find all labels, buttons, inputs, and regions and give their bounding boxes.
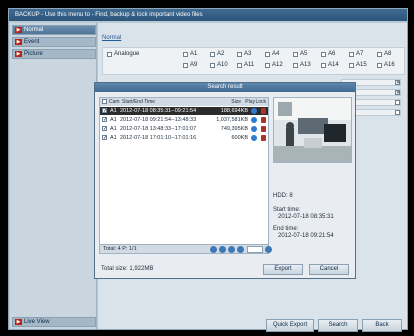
analogue-checkbox[interactable]: Analogue	[107, 51, 139, 57]
channel-checkbox[interactable]: A14	[321, 62, 339, 68]
checkbox[interactable]: ✕	[395, 80, 400, 86]
next-page-icon[interactable]	[228, 246, 235, 253]
row-checkbox[interactable]: ✓	[102, 126, 107, 132]
channel-checkbox[interactable]: A8	[377, 51, 391, 57]
lock-icon[interactable]	[261, 117, 266, 123]
lock-icon[interactable]	[261, 108, 266, 114]
sidebar-item-label: Normal	[24, 27, 44, 33]
channel-checkbox[interactable]: A7	[349, 51, 363, 57]
quick-export-button[interactable]: Quick Export	[266, 319, 314, 332]
table-row[interactable]: ✓ A1 2012-07-18 17:01:10--17:01:16 600KB	[100, 134, 268, 142]
channel-checkbox[interactable]: A11	[237, 62, 254, 68]
list-header: Cam Start/End Time Size Play Lock	[100, 98, 268, 106]
arrow-right-icon: ▶	[15, 27, 22, 33]
go-page-icon[interactable]	[265, 246, 272, 253]
cancel-button[interactable]: Cancel	[309, 264, 349, 275]
play-icon[interactable]	[251, 135, 257, 141]
channel-checkbox[interactable]: A4	[265, 51, 279, 57]
page-input[interactable]	[247, 246, 263, 253]
video-preview	[273, 97, 352, 163]
total-pages: Total: 4 P: 1/1	[103, 246, 137, 252]
row-checkbox[interactable]: ✓	[102, 117, 107, 123]
sidebar-item-normal[interactable]: ▶ Normal	[12, 25, 96, 35]
play-icon[interactable]	[251, 126, 257, 132]
backup-window: BACKUP - Use this menu to - Find, backup…	[8, 8, 408, 332]
result-list: Cam Start/End Time Size Play Lock ✓ A1 2…	[99, 97, 269, 245]
start-time-value: 2012-07-18 08:35:31	[278, 214, 334, 220]
dialog-title: Search result	[95, 83, 355, 92]
sidebar-item-event[interactable]: ▶ Event	[12, 37, 96, 47]
arrow-right-icon: ▶	[15, 51, 22, 57]
channel-checkbox[interactable]: A3	[237, 51, 251, 57]
lock-icon[interactable]	[261, 126, 266, 132]
last-page-icon[interactable]	[237, 246, 244, 253]
table-row[interactable]: ✓ A1 2012-07-18 13:48:33--17:01:07 749,3…	[100, 125, 268, 133]
prev-page-icon[interactable]	[219, 246, 226, 253]
checkbox-box	[107, 51, 112, 57]
row-checkbox[interactable]: ✓	[102, 108, 107, 114]
search-result-dialog: Search result Cam Start/End Time Size Pl…	[94, 82, 356, 279]
channel-checkbox[interactable]: A2	[210, 51, 224, 57]
channel-checkbox[interactable]: A10	[210, 62, 228, 68]
play-icon[interactable]	[251, 117, 257, 123]
table-row[interactable]: ✓ A1 2012-07-18 09:21:54--13:48:33 1,037…	[100, 116, 268, 124]
channel-checkbox[interactable]: A13	[293, 62, 311, 68]
select-all-checkbox[interactable]	[102, 99, 107, 104]
search-button[interactable]: Search	[318, 319, 358, 332]
checkbox[interactable]	[395, 110, 400, 115]
play-icon[interactable]	[251, 108, 257, 114]
channel-options: Analogue A1 A2 A3 A4 A5 A6 A7 A8 A9 A10 …	[102, 47, 405, 75]
lock-icon[interactable]	[261, 135, 266, 141]
sidebar-item-picture[interactable]: ▶ Picture	[12, 49, 96, 59]
checkbox[interactable]	[395, 100, 400, 105]
arrow-right-icon: ▶	[15, 319, 22, 325]
channel-checkbox[interactable]: A12	[265, 62, 283, 68]
sidebar-item-label: Picture	[24, 51, 43, 57]
arrow-right-icon: ▶	[15, 39, 22, 45]
preview-image	[274, 98, 351, 162]
hdd-label: HDD: 8	[273, 193, 293, 199]
row-checkbox[interactable]: ✓	[102, 135, 107, 141]
tab-normal[interactable]: Normal	[102, 35, 121, 41]
sidebar-item-label: Event	[24, 39, 40, 45]
export-button[interactable]: Export	[263, 264, 303, 275]
back-button[interactable]: Back	[362, 319, 402, 332]
first-page-icon[interactable]	[210, 246, 217, 253]
sidebar: ▶ Normal ▶ Event ▶ Picture ▶ Live View	[10, 23, 97, 329]
total-size: Total size: 1,922MB	[101, 266, 154, 272]
pagination-bar: Total: 4 P: 1/1	[99, 244, 272, 254]
channel-checkbox[interactable]: A15	[349, 62, 367, 68]
end-time-value: 2012-07-18 09:21:54	[278, 233, 334, 239]
channel-checkbox[interactable]: A1	[183, 51, 197, 57]
channel-checkbox[interactable]: A9	[183, 62, 197, 68]
live-view-button[interactable]: ▶ Live View	[12, 317, 96, 327]
window-title: BACKUP - Use this menu to - Find, backup…	[9, 9, 407, 21]
start-time-label: Start time:	[273, 207, 301, 213]
checkbox[interactable]: ✕	[395, 90, 400, 96]
channel-checkbox[interactable]: A16	[377, 62, 395, 68]
end-time-label: End time:	[273, 226, 299, 232]
table-row[interactable]: ✓ A1 2012-07-18 08:35:31--09:21:54 188,6…	[100, 107, 268, 115]
channel-checkbox[interactable]: A6	[321, 51, 335, 57]
channel-checkbox[interactable]: A5	[293, 51, 307, 57]
live-view-label: Live View	[24, 319, 50, 325]
